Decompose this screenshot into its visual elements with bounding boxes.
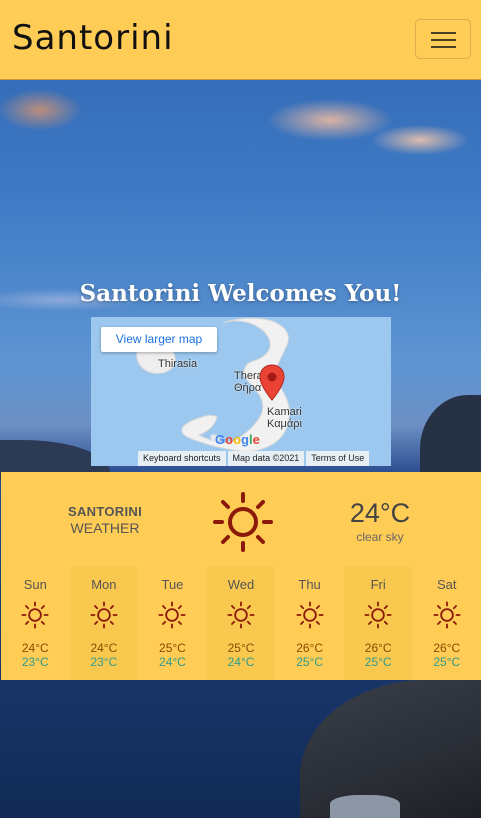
sun-icon: [364, 601, 392, 629]
current-weather: 24°C clear sky: [321, 498, 439, 544]
view-larger-map-link[interactable]: View larger map: [101, 327, 217, 352]
navbar-brand[interactable]: Santorini: [12, 18, 174, 58]
weather-widget: SANTORINI WEATHER 24°C clear sky Sun 24°…: [1, 472, 481, 680]
forecast-high: 26°C: [296, 641, 323, 655]
forecast-low: 25°C: [364, 655, 392, 669]
background-boat: [330, 795, 400, 818]
sun-icon: [227, 601, 255, 629]
map-label-kamari-greek: Καμάρι: [267, 418, 302, 430]
sun-icon: [90, 601, 118, 629]
forecast-low: 23°C: [90, 655, 118, 669]
sun-icon: [21, 601, 49, 629]
sun-icon: [213, 492, 273, 552]
sun-icon: [296, 601, 324, 629]
hamburger-menu-icon: [431, 39, 456, 41]
map-pin-icon[interactable]: [259, 364, 285, 402]
forecast-high: 24°C: [21, 641, 49, 655]
google-map[interactable]: View larger map Thirasia Thera Θήρα Kama…: [91, 317, 391, 466]
forecast-low: 24°C: [227, 655, 255, 669]
map-label-kamari: Kamari: [267, 406, 302, 418]
forecast-day-name: Fri: [370, 577, 386, 592]
weather-subtitle: WEATHER: [70, 520, 140, 536]
forecast-day-name: Sat: [437, 577, 457, 592]
sun-icon: [158, 601, 186, 629]
forecast-high: 24°C: [90, 641, 118, 655]
navbar-toggler[interactable]: [415, 19, 471, 59]
map-footer: Keyboard shortcuts Map data ©2021 Terms …: [136, 451, 391, 466]
sun-icon: [433, 601, 461, 629]
map-label-thirasia: Thirasia: [158, 358, 198, 370]
forecast-high: 25°C: [159, 641, 186, 655]
forecast-day: Sun 24°C 23°C: [1, 567, 70, 680]
forecast-day: Thu 26°C 25°C: [275, 567, 344, 680]
forecast-day-name: Thu: [298, 577, 321, 592]
forecast-high: 26°C: [364, 641, 392, 655]
weather-location: SANTORINI WEATHER: [35, 504, 175, 536]
map-data-attribution: Map data ©2021: [227, 451, 305, 466]
forecast-low: 25°C: [433, 655, 461, 669]
navbar: Santorini: [0, 0, 481, 80]
forecast-low: 24°C: [159, 655, 186, 669]
forecast-day-name: Tue: [161, 577, 184, 592]
welcome-heading: Santorini Welcomes You!: [79, 280, 402, 307]
current-temperature: 24°C: [349, 498, 411, 528]
forecast-low: 25°C: [296, 655, 323, 669]
forecast-day: Mon 24°C 23°C: [69, 567, 139, 680]
forecast-day: Wed 25°C 24°C: [206, 567, 276, 680]
weather-city: SANTORINI: [68, 504, 142, 519]
forecast-day-name: Wed: [227, 577, 255, 592]
forecast-day: Tue 25°C 24°C: [138, 567, 207, 680]
forecast-low: 23°C: [21, 655, 49, 669]
forecast-day: Fri 26°C 25°C: [343, 567, 413, 680]
forecast-day-name: Mon: [91, 577, 117, 592]
forecast-high: 25°C: [227, 641, 255, 655]
hamburger-menu-icon: [431, 46, 456, 48]
terms-of-use-link[interactable]: Terms of Use: [306, 451, 370, 466]
forecast-day-name: Sun: [23, 577, 47, 592]
map-label-thera-greek: Θήρα: [234, 382, 262, 394]
keyboard-shortcuts-link[interactable]: Keyboard shortcuts: [138, 451, 226, 466]
google-logo: Google: [215, 432, 260, 447]
forecast-day: Sat 26°C 25°C: [412, 567, 481, 680]
forecast: Sun 24°C 23°C Mon 24°C 23°C Tue 25°C 24°…: [1, 567, 481, 680]
forecast-high: 26°C: [433, 641, 461, 655]
hamburger-menu-icon: [431, 32, 456, 34]
weather-description: clear sky: [356, 530, 404, 544]
